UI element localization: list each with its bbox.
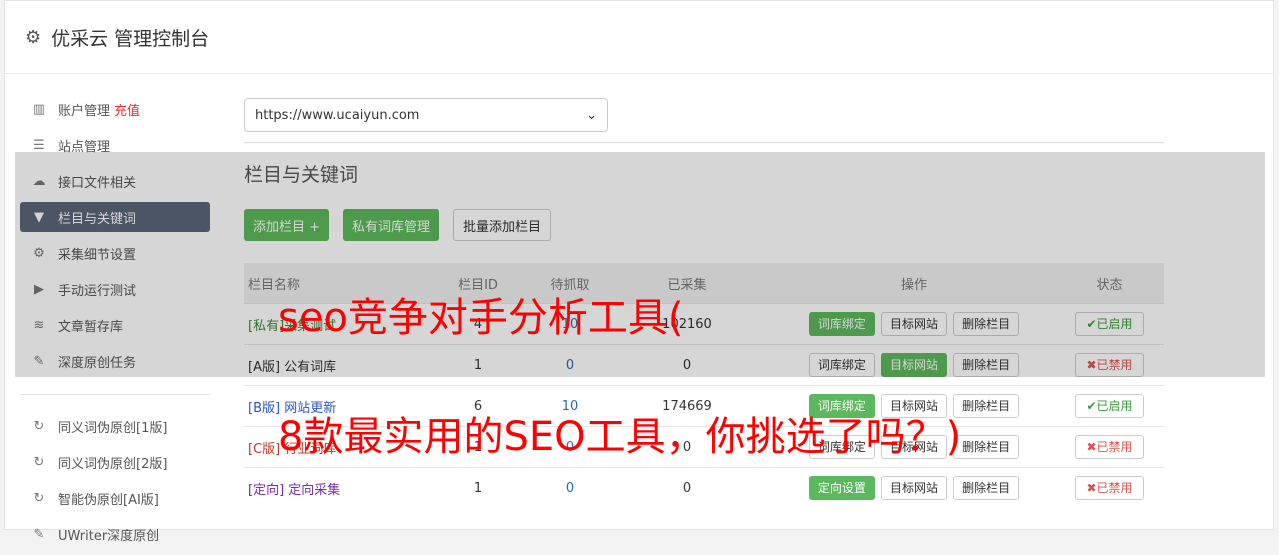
status-label: 已禁用: [1096, 440, 1133, 454]
chevron-down-icon: ⌄: [586, 107, 597, 123]
cloud-upload-icon: ☁: [32, 173, 46, 189]
target-site-button[interactable]: 目标网站: [880, 312, 947, 336]
add-column-button[interactable]: 添加栏目 +: [244, 209, 330, 241]
check-icon: ✔: [1086, 399, 1097, 413]
close-icon: ✖: [1086, 481, 1097, 495]
table-row: [A版] 公有词库 1 0 0 词库绑定 目标网站 删除栏目 ✖已禁用: [244, 344, 1164, 386]
sidebar-item-collect-settings[interactable]: ⚙ 采集细节设置: [20, 238, 210, 268]
status-label: 已禁用: [1096, 358, 1133, 372]
database-icon: ≋: [33, 317, 45, 333]
column-id: 1: [417, 467, 539, 508]
private-lib-button[interactable]: 私有词库管理: [343, 209, 440, 241]
status-cell: ✖已禁用: [1055, 467, 1164, 508]
app-title: 优采云 管理控制台: [51, 27, 210, 50]
play-circle-icon: ▶: [34, 281, 44, 297]
status-label: 已启用: [1096, 399, 1133, 413]
divider: [244, 142, 1164, 143]
col-header-status: 状态: [1055, 263, 1164, 304]
column-name[interactable]: [A版] 公有词库: [244, 344, 417, 386]
sidebar-item-label: 采集细节设置: [58, 247, 137, 263]
status-toggle[interactable]: ✖已禁用: [1075, 435, 1144, 459]
watermark-line-2: 8款最实用的SEO工具，你挑选了吗？): [278, 414, 962, 460]
bind-lexicon-button[interactable]: 词库绑定: [808, 353, 875, 377]
sidebar-item-label: 接口文件相关: [58, 175, 137, 191]
site-select-value: https://www.ucaiyun.com: [255, 107, 420, 123]
row-actions: 词库绑定 目标网站 删除栏目: [773, 303, 1055, 345]
status-toggle[interactable]: ✔已启用: [1075, 312, 1144, 336]
gears-icon: ⚙: [33, 245, 45, 261]
batch-add-button[interactable]: 批量添加栏目: [453, 209, 552, 241]
sidebar-item-account[interactable]: ▥ 账户管理 充值: [20, 94, 210, 124]
refresh-icon: ↻: [33, 490, 45, 506]
server-icon: ☰: [33, 137, 45, 153]
status-toggle[interactable]: ✖已禁用: [1075, 353, 1144, 377]
status-cell: ✔已启用: [1055, 385, 1164, 427]
status-label: 已启用: [1096, 317, 1133, 331]
sidebar-item-label: 栏目与关键词: [58, 211, 137, 227]
col-header-ops: 操作: [773, 263, 1055, 304]
column-id: 1: [417, 344, 539, 386]
header: ⚙ 优采云 管理控制台: [5, 1, 1273, 74]
edit-icon: ✎: [33, 526, 45, 542]
gear-icon: ⚙: [25, 26, 42, 48]
table-row: [定向] 定向采集 1 0 0 定向设置 目标网站 删除栏目 ✖已禁用: [244, 467, 1164, 508]
status-label: 已禁用: [1096, 481, 1133, 495]
sidebar-item-columns-keywords[interactable]: ▼ 栏目与关键词: [20, 202, 210, 232]
sidebar: ▥ 账户管理 充值 ☰ 站点管理 ☁ 接口文件相关 ▼ 栏目与关键词 ⚙ 采集细…: [20, 94, 210, 555]
status-cell: ✖已禁用: [1055, 426, 1164, 468]
bind-lexicon-button[interactable]: 词库绑定: [808, 312, 875, 336]
sidebar-item-label: UWriter深度原创: [58, 528, 160, 544]
delete-column-button[interactable]: 删除栏目: [953, 394, 1020, 418]
done-count: 0: [601, 344, 773, 386]
done-count: 0: [601, 467, 773, 508]
delete-column-button[interactable]: 删除栏目: [953, 435, 1020, 459]
sidebar-item-label: 同义词伪原创[1版]: [58, 420, 168, 436]
sidebar-item-label: 站点管理: [58, 139, 111, 155]
section-title: 栏目与关键词: [244, 164, 359, 186]
watermark-line-1: seo竞争对手分析工具(: [278, 295, 684, 341]
sidebar-item-interface[interactable]: ☁ 接口文件相关: [20, 166, 210, 196]
sidebar-item-label: 智能伪原创[AI版]: [58, 492, 159, 508]
column-name[interactable]: [定向] 定向采集: [244, 467, 417, 508]
status-cell: ✔已启用: [1055, 303, 1164, 345]
sidebar-item-sites[interactable]: ☰ 站点管理: [20, 130, 210, 160]
close-icon: ✖: [1086, 358, 1097, 372]
edit-icon: ✎: [33, 353, 45, 369]
delete-column-button[interactable]: 删除栏目: [953, 476, 1020, 500]
sidebar-item-synonym-v2[interactable]: ↻ 同义词伪原创[2版]: [20, 447, 210, 477]
check-icon: ✔: [1086, 317, 1097, 331]
sidebar-item-label: 账户管理: [58, 103, 111, 119]
status-cell: ✖已禁用: [1055, 344, 1164, 386]
sidebar-item-label: 手动运行测试: [58, 283, 137, 299]
delete-column-button[interactable]: 删除栏目: [953, 353, 1020, 377]
refresh-icon: ↻: [33, 454, 45, 470]
sidebar-item-synonym-v1[interactable]: ↻ 同义词伪原创[1版]: [20, 411, 210, 441]
pending-count[interactable]: 0: [539, 467, 601, 508]
filter-icon: ▼: [34, 209, 44, 225]
status-toggle[interactable]: ✖已禁用: [1075, 476, 1144, 500]
row-actions: 词库绑定 目标网站 删除栏目: [773, 344, 1055, 386]
pending-count[interactable]: 0: [539, 344, 601, 386]
sidebar-item-label: 深度原创任务: [58, 355, 137, 371]
sidebar-item-ai-rewrite[interactable]: ↻ 智能伪原创[AI版]: [20, 483, 210, 513]
sidebar-item-label: 同义词伪原创[2版]: [58, 456, 168, 472]
sidebar-item-uwriter[interactable]: ✎ UWriter深度原创: [20, 519, 210, 549]
status-toggle[interactable]: ✔已启用: [1075, 394, 1144, 418]
delete-column-button[interactable]: 删除栏目: [953, 312, 1020, 336]
refresh-icon: ↻: [33, 418, 45, 434]
sidebar-divider: [20, 394, 210, 395]
sidebar-item-article-store[interactable]: ≋ 文章暂存库: [20, 310, 210, 340]
site-select[interactable]: https://www.ucaiyun.com ⌄: [244, 98, 608, 132]
directed-settings-button[interactable]: 定向设置: [808, 476, 875, 500]
action-buttons: 添加栏目 + 私有词库管理 批量添加栏目: [244, 209, 1164, 241]
sidebar-item-label: 文章暂存库: [58, 319, 124, 335]
bar-chart-icon: ▥: [32, 101, 46, 117]
sidebar-item-manual-run[interactable]: ▶ 手动运行测试: [20, 274, 210, 304]
sidebar-item-deep-original[interactable]: ✎ 深度原创任务: [20, 346, 210, 376]
row-actions: 定向设置 目标网站 删除栏目: [773, 467, 1055, 508]
recharge-link[interactable]: 充值: [114, 100, 140, 119]
target-site-button[interactable]: 目标网站: [880, 353, 947, 377]
target-site-button[interactable]: 目标网站: [880, 476, 947, 500]
close-icon: ✖: [1086, 440, 1097, 454]
